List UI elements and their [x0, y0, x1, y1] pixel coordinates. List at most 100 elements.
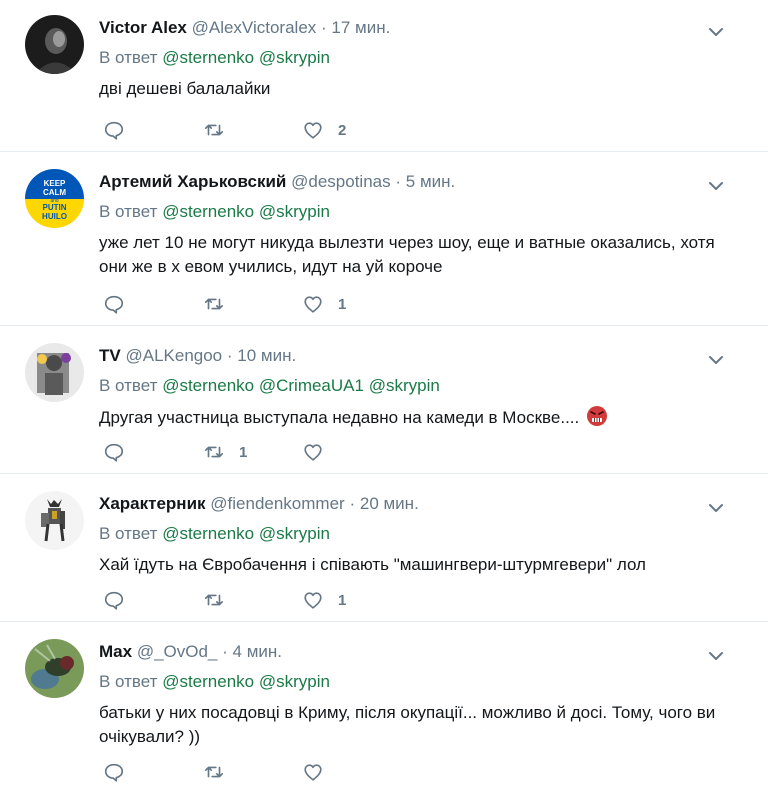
timestamp[interactable]: 20 мин. [360, 494, 419, 513]
tweet[interactable]: KEEP CALM and PUTIN HUILO Артемий Харько… [0, 152, 768, 326]
separator-dot: · [395, 172, 402, 191]
avatar[interactable] [25, 343, 84, 402]
display-name[interactable]: TV [99, 346, 121, 365]
mention-link[interactable]: @sternenko [162, 376, 254, 395]
reply-button[interactable] [103, 440, 139, 464]
retweet-count: 1 [239, 443, 248, 461]
reply-prefix: В ответ [99, 524, 158, 543]
separator-dot: · [222, 642, 228, 661]
reply-button[interactable] [103, 760, 139, 784]
mention-link[interactable]: @skrypin [259, 48, 330, 67]
warrior-figure-avatar-icon [25, 491, 84, 550]
like-button[interactable] [302, 440, 338, 464]
chevron-down-icon[interactable] [706, 646, 726, 666]
tweet-text: батьки у них посадовці в Криму, після ок… [99, 703, 716, 746]
reply-prefix: В ответ [99, 202, 158, 221]
user-handle[interactable]: @AlexVictoralex [192, 18, 317, 37]
retweet-button[interactable] [203, 118, 239, 142]
avatar-text: KEEP [44, 179, 66, 188]
tweet[interactable]: Характерник @fiendenkommer · 20 мин. В о… [0, 474, 768, 622]
avatar-text: PUTIN [43, 203, 67, 212]
tweet-text: Хай їдуть на Євробачення і співають "маш… [99, 555, 646, 574]
user-handle[interactable]: @despotinas [291, 172, 391, 191]
avatar[interactable] [25, 15, 84, 74]
grey-figure-avatar-icon [25, 343, 84, 402]
retweet-button[interactable]: 1 [203, 440, 247, 464]
reply-icon [104, 591, 124, 610]
timestamp[interactable]: 4 мин. [233, 642, 282, 661]
retweet-button[interactable] [203, 292, 239, 316]
like-count: 1 [338, 295, 347, 313]
reply-icon [104, 443, 124, 462]
reply-icon [104, 121, 124, 140]
avatar[interactable] [25, 639, 84, 698]
display-name[interactable]: Victor Alex [99, 18, 187, 37]
mention-link[interactable]: @skrypin [259, 672, 330, 691]
chevron-down-icon[interactable] [706, 498, 726, 518]
tweet-text: уже лет 10 не могут никуда вылезти через… [99, 233, 715, 276]
tweet[interactable]: Max @_OvOd_ · 4 мин. В ответ @sternenko … [0, 622, 768, 802]
mention-link[interactable]: @skrypin [369, 376, 440, 395]
retweet-icon [204, 446, 224, 458]
fly-closeup-avatar-icon [25, 639, 84, 698]
reply-button[interactable] [103, 292, 139, 316]
display-name[interactable]: Max [99, 642, 132, 661]
user-handle[interactable]: @_OvOd_ [137, 642, 218, 661]
tweet[interactable]: Victor Alex @AlexVictoralex · 17 мин. В … [0, 0, 768, 152]
heart-icon [304, 296, 322, 313]
like-button[interactable]: 1 [302, 588, 346, 612]
chevron-down-icon[interactable] [706, 176, 726, 196]
reply-context: В ответ @sternenko @skrypin [99, 522, 330, 546]
retweet-icon [204, 124, 224, 136]
dark-silhouette-avatar-icon [25, 15, 84, 74]
mention-link[interactable]: @skrypin [259, 202, 330, 221]
user-handle[interactable]: @ALKengoo [125, 346, 222, 365]
mention-link[interactable]: @skrypin [259, 524, 330, 543]
like-button[interactable]: 2 [302, 118, 346, 142]
reply-button[interactable] [103, 118, 139, 142]
reply-icon [104, 763, 124, 782]
user-handle[interactable]: @fiendenkommer [210, 494, 344, 513]
heart-icon [304, 444, 322, 461]
display-name[interactable]: Характерник [99, 494, 206, 513]
reply-context: В ответ @sternenko @skrypin [99, 200, 330, 224]
heart-icon [304, 122, 322, 139]
mention-link[interactable]: @sternenko [162, 202, 254, 221]
avatar-text: HUILO [42, 212, 67, 221]
like-count: 1 [338, 591, 347, 609]
reply-prefix: В ответ [99, 376, 158, 395]
chevron-down-icon[interactable] [706, 350, 726, 370]
reply-context: В ответ @sternenko @skrypin [99, 46, 330, 70]
retweet-icon [204, 594, 224, 606]
reply-button[interactable] [103, 588, 139, 612]
mention-link[interactable]: @sternenko [162, 524, 254, 543]
avatar[interactable]: KEEP CALM and PUTIN HUILO [25, 169, 84, 228]
mention-link[interactable]: @CrimeaUA1 [259, 376, 364, 395]
mention-link[interactable]: @sternenko [162, 48, 254, 67]
heart-icon [304, 764, 322, 781]
reply-prefix: В ответ [99, 48, 158, 67]
retweet-icon [204, 766, 224, 778]
separator-dot: · [349, 494, 356, 513]
reply-prefix: В ответ [99, 672, 158, 691]
avatar-text: CALM [43, 188, 66, 197]
retweet-button[interactable] [203, 760, 239, 784]
tweet[interactable]: TV @ALKengoo · 10 мин. В ответ @sternenk… [0, 326, 768, 474]
retweet-icon [204, 298, 224, 310]
timestamp[interactable]: 5 мин. [406, 172, 455, 191]
reply-context: В ответ @sternenko @CrimeaUA1 @skrypin [99, 374, 440, 398]
avatar[interactable] [25, 491, 84, 550]
tweet-text: Другая участница выступала недавно на ка… [99, 405, 739, 430]
timestamp[interactable]: 10 мин. [237, 346, 296, 365]
tweet-text-content: Другая участница выступала недавно на ка… [99, 408, 580, 427]
heart-icon [304, 592, 322, 609]
keep-calm-avatar-icon: KEEP CALM and PUTIN HUILO [25, 169, 84, 228]
like-button[interactable] [302, 760, 338, 784]
display-name[interactable]: Артемий Харьковский [99, 172, 286, 191]
like-button[interactable]: 1 [302, 292, 346, 316]
mention-link[interactable]: @sternenko [162, 672, 254, 691]
retweet-button[interactable] [203, 588, 239, 612]
timestamp[interactable]: 17 мин. [331, 18, 390, 37]
tweet-text: дві дешеві балалайки [99, 79, 271, 98]
chevron-down-icon[interactable] [706, 22, 726, 42]
